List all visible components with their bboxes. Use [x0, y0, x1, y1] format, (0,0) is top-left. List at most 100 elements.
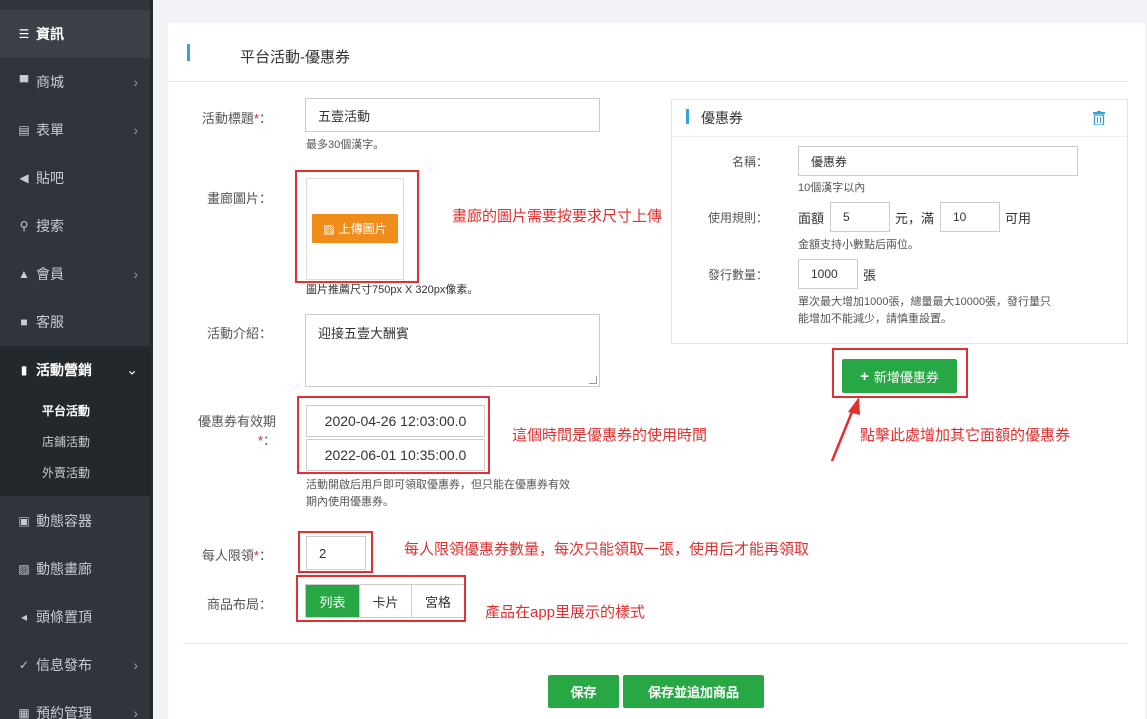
- bookmark-icon: ▮: [20, 363, 28, 377]
- sidebar-item-members[interactable]: ▲ 會員 ›: [0, 250, 150, 298]
- validity-label: 優惠券有效期 *：: [186, 412, 276, 450]
- validity-hint-1: 活動開啟后用戶即可領取優惠券，但只能在優惠券有效: [306, 479, 570, 491]
- validity-hint-2: 期內使用優惠券。: [306, 496, 394, 508]
- chevron-right-icon: ›: [133, 705, 138, 719]
- save-button[interactable]: 保存: [548, 675, 619, 708]
- chevron-right-icon: ›: [133, 266, 138, 282]
- gallery-label: 畫廊圖片：: [206, 191, 272, 206]
- highlight-box-limit: [298, 531, 373, 573]
- chevron-right-icon: ›: [133, 122, 138, 138]
- colon: ：: [258, 111, 272, 126]
- sidebar-subitem-platform[interactable]: 平台活動: [42, 402, 90, 419]
- coupon-qty-input[interactable]: 1000: [798, 259, 858, 289]
- sidebar-subitem-store[interactable]: 店鋪活動: [42, 433, 90, 450]
- title-hint: 最多30個漢字。: [306, 139, 385, 151]
- header-accent-bar: [187, 44, 190, 61]
- sidebar-item-mall[interactable]: ▀ 商城 ›: [0, 58, 150, 106]
- resize-grip-icon[interactable]: [589, 376, 597, 384]
- sidebar-edge: [150, 0, 153, 719]
- usable-label: 可用: [1005, 211, 1032, 226]
- layout-label: 商品布局：: [206, 597, 272, 612]
- container-icon: ▣: [18, 514, 30, 528]
- qty-hint-2: 能增加不能減少，請慎重設置。: [798, 313, 952, 325]
- colon: ：: [262, 433, 276, 448]
- chevron-down-icon: ⌄: [126, 361, 138, 378]
- calendar-icon: ▦: [18, 706, 30, 719]
- page-header: 平台活動-優惠券: [168, 40, 1128, 82]
- colon: ：: [258, 548, 272, 563]
- sidebar-item-label: 頭條置頂: [36, 609, 92, 625]
- list-icon: ☰: [18, 27, 30, 41]
- image-icon: ▨: [18, 562, 30, 576]
- sidebar-item-label: 動態畫廊: [36, 561, 92, 577]
- sidebar-item-label: 活動營銷: [36, 362, 92, 378]
- sidebar-item-forum[interactable]: ◀ 貼吧: [0, 154, 150, 202]
- annotation-validity: 這個時間是優惠券的使用時間: [512, 427, 708, 444]
- sidebar-item-label: 預約管理: [36, 705, 92, 719]
- sidebar-item-label: 信息發布: [36, 657, 92, 673]
- annotation-limit: 每人限領優惠券數量，每次只能領取一張，使用后才能再領取: [404, 541, 810, 558]
- sidebar-item-label: 動態容器: [36, 513, 92, 529]
- sidebar-item-label: 客服: [36, 314, 64, 330]
- face-value-input[interactable]: 5: [830, 202, 890, 232]
- sidebar-item-search[interactable]: ⚲ 搜索: [0, 202, 150, 250]
- sidebar-subitem-takeout[interactable]: 外賣活動: [42, 464, 90, 481]
- sidebar-item-label: 會員: [36, 266, 64, 282]
- sidebar-item-label: 貼吧: [36, 170, 64, 186]
- page-title: 平台活動-優惠券: [240, 49, 350, 66]
- qty-unit-label: 張: [863, 268, 877, 283]
- sidebar-item-gallery[interactable]: ▨ 動態畫廊: [0, 545, 150, 593]
- intro-textarea[interactable]: 迎接五壹大酬賓: [305, 314, 600, 387]
- coupon-card-title: 優惠券: [701, 110, 743, 126]
- coupon-card-header: 優惠券: [671, 99, 1128, 137]
- intro-label: 活動介紹：: [206, 326, 272, 341]
- gallery-hint: 圖片推薦尺寸750px X 320px像素。: [306, 284, 479, 296]
- title-label: 活動標題*：: [190, 108, 272, 127]
- sidebar-item-label: 資訊: [36, 26, 64, 42]
- sidebar-item-headline[interactable]: ◂ 頭條置頂: [0, 593, 150, 641]
- highlight-box-validity: [297, 396, 490, 474]
- limit-label: 每人限領*：: [190, 545, 272, 564]
- chat-icon: ■: [20, 315, 28, 329]
- sidebar-item-label: 表單: [36, 122, 64, 138]
- annotation-add-coupon: 點擊此處增加其它面額的優惠券: [860, 427, 1071, 444]
- footer-divider: [183, 643, 1128, 644]
- intro-text: 迎接五壹大酬賓: [318, 326, 410, 341]
- form-icon: ▤: [18, 123, 30, 137]
- rule-hint: 金額支持小數點后兩位。: [798, 239, 919, 251]
- search-icon: ⚲: [19, 219, 29, 233]
- sidebar-item-marketing[interactable]: ▮ 活動營銷 ⌄: [0, 346, 150, 394]
- sidebar-item-booking[interactable]: ▦ 預約管理 ›: [0, 689, 150, 719]
- coupon-rule-label: 使用規則：: [707, 211, 768, 225]
- chevron-right-icon: ›: [133, 74, 138, 90]
- title-label-text: 活動標題: [201, 111, 254, 126]
- sidebar-item-label: 搜索: [36, 218, 64, 234]
- highlight-box-layout: [296, 575, 466, 622]
- highlight-box-add-coupon: [832, 348, 968, 398]
- coupon-name-input[interactable]: 優惠券: [798, 146, 1078, 176]
- sidebar-item-form[interactable]: ▤ 表單 ›: [0, 106, 150, 154]
- trash-icon[interactable]: [1093, 111, 1105, 125]
- chevron-right-icon: ›: [133, 657, 138, 673]
- coupon-name-label: 名稱：: [731, 155, 768, 169]
- volume-icon: ◂: [20, 610, 28, 624]
- face-value-label: 面額: [798, 211, 825, 226]
- coupon-qty-label: 發行數量：: [707, 268, 768, 282]
- sidebar-item-container[interactable]: ▣ 動態容器: [0, 497, 150, 545]
- annotation-layout: 產品在app里展示的樣式: [485, 604, 646, 621]
- limit-label-text: 每人限領: [201, 548, 254, 563]
- coupon-name-hint: 10個漢字以內: [798, 182, 866, 194]
- megaphone-icon: ◀: [19, 171, 29, 185]
- cart-icon: ▀: [19, 75, 29, 89]
- topbar: [153, 0, 1147, 10]
- sidebar-item-publish[interactable]: ✓ 信息發布 ›: [0, 641, 150, 689]
- bell-icon: ▲: [18, 267, 30, 281]
- validity-label-text: 優惠券有效期: [197, 414, 276, 429]
- yuan-man-label: 元，滿: [895, 211, 935, 226]
- annotation-gallery: 畫廊的圖片需要按要求尺寸上傳: [452, 208, 663, 225]
- save-and-add-products-button[interactable]: 保存並追加商品: [623, 675, 764, 708]
- title-input[interactable]: 五壹活動: [305, 98, 600, 132]
- min-amount-input[interactable]: 10: [940, 202, 1000, 232]
- sidebar-item-news[interactable]: ☰ 資訊: [0, 10, 150, 58]
- sidebar-item-support[interactable]: ■ 客服: [0, 298, 150, 346]
